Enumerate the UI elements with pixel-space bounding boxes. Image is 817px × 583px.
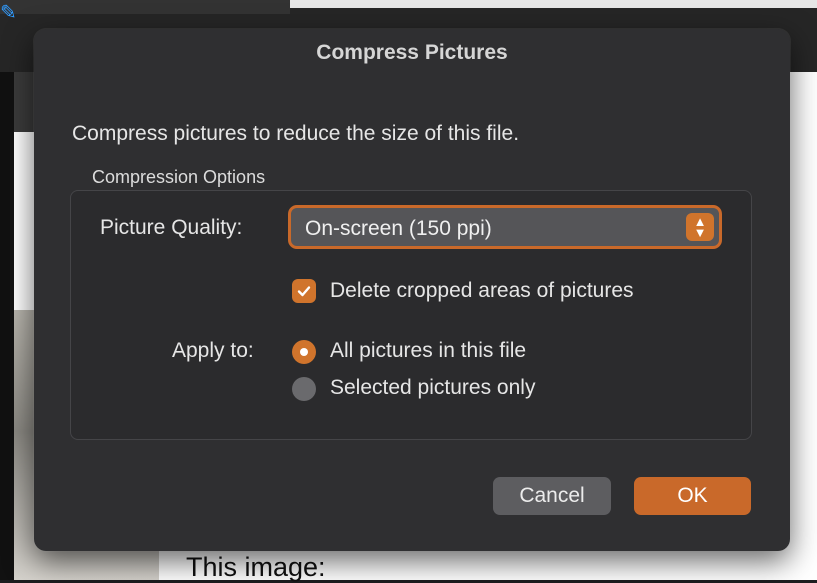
radio-selected-pictures-label[interactable]: Selected pictures only xyxy=(330,376,535,400)
app-tool-icon[interactable]: ✎ xyxy=(0,0,22,26)
dialog-title: Compress Pictures xyxy=(316,41,508,64)
document-text: This image: xyxy=(186,552,326,582)
delete-cropped-label[interactable]: Delete cropped areas of pictures xyxy=(330,279,634,303)
document-ruler xyxy=(290,0,817,8)
picture-quality-select[interactable]: On-screen (150 ppi) ▲ ▼ xyxy=(288,205,722,249)
picture-quality-label: Picture Quality: xyxy=(100,216,243,239)
radio-all-pictures-label[interactable]: All pictures in this file xyxy=(330,339,526,363)
compression-options-label: Compression Options xyxy=(92,167,266,187)
radio-all-pictures[interactable] xyxy=(292,340,316,364)
chevron-updown-icon: ▲ ▼ xyxy=(686,213,714,241)
delete-cropped-checkbox[interactable] xyxy=(292,279,316,303)
checkmark-icon xyxy=(297,286,311,297)
apply-to-label: Apply to: xyxy=(172,339,254,362)
picture-quality-value: On-screen (150 ppi) xyxy=(305,217,492,240)
dialog-description: Compress pictures to reduce the size of … xyxy=(72,122,520,145)
compress-pictures-dialog: Compress Pictures Compress pictures to r… xyxy=(34,29,790,551)
cancel-button[interactable]: Cancel xyxy=(493,477,611,515)
app-top-strip xyxy=(0,0,290,14)
app-left-edge xyxy=(0,72,14,580)
ok-button[interactable]: OK xyxy=(634,477,751,515)
radio-selected-pictures[interactable] xyxy=(292,377,316,401)
